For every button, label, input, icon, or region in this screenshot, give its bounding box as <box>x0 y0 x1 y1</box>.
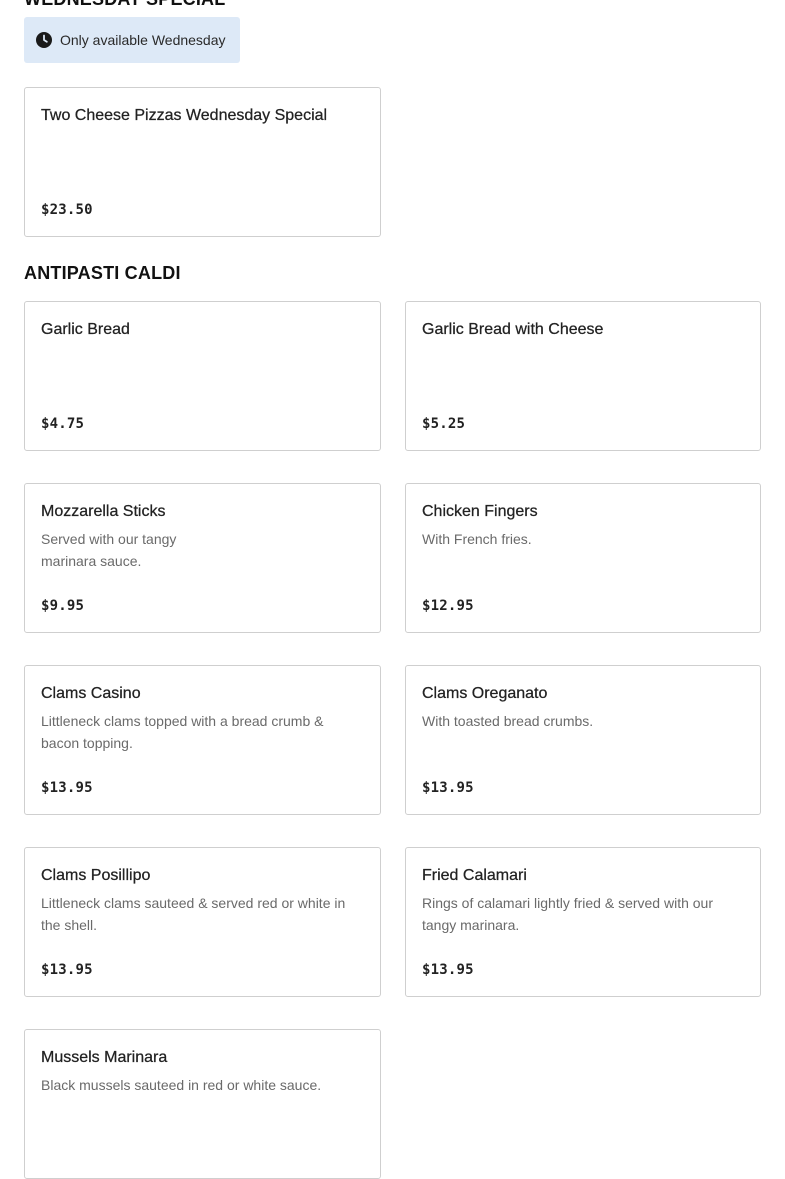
menu-item-card[interactable]: Chicken Fingers With French fries. $12.9… <box>405 483 761 633</box>
menu-item-price: $9.95 <box>41 598 85 614</box>
section-title-wednesday-special: WEDNESDAY SPECIAL <box>24 0 225 10</box>
clock-icon <box>36 32 52 48</box>
menu-item-card[interactable]: Fried Calamari Rings of calamari lightly… <box>405 847 761 997</box>
menu-item-name: Mozzarella Sticks <box>41 503 166 520</box>
menu-item-name: Clams Oreganato <box>422 685 548 702</box>
menu-item-card[interactable]: Garlic Bread $4.75 <box>24 301 381 451</box>
menu-item-name: Garlic Bread <box>41 321 130 338</box>
menu-item-name: Garlic Bread with Cheese <box>422 321 604 338</box>
menu-item-description: Littleneck clams topped with a bread cru… <box>41 713 324 751</box>
menu-item-description: With toasted bread crumbs. <box>422 713 594 729</box>
menu-item-name: Two Cheese Pizzas Wednesday Special <box>41 107 328 124</box>
menu-item-card[interactable]: Clams Casino Littleneck clams topped wit… <box>24 665 381 815</box>
menu-item-card[interactable]: Mussels Marinara Black mussels sauteed i… <box>24 1029 381 1179</box>
menu-item-description: Served with our tangy marinara sauce. <box>41 531 177 569</box>
menu-item-price: $4.75 <box>41 416 85 432</box>
availability-notice: Only available Wednesday <box>24 17 240 63</box>
menu-item-price: $13.95 <box>41 962 93 978</box>
menu-item-card[interactable]: Mozzarella Sticks Served with our tangy … <box>24 483 381 633</box>
menu-item-card[interactable]: Clams Posillipo Littleneck clams sauteed… <box>24 847 381 997</box>
menu-item-description: Littleneck clams sauteed & served red or… <box>41 895 346 933</box>
menu-item-name: Clams Casino <box>41 685 141 702</box>
menu-item-card[interactable]: Garlic Bread with Cheese $5.25 <box>405 301 761 451</box>
menu-item-name: Chicken Fingers <box>422 503 538 520</box>
menu-item-name: Fried Calamari <box>422 867 527 884</box>
availability-notice-text: Only available Wednesday <box>60 32 226 48</box>
menu-item-description: Rings of calamari lightly fried & served… <box>422 895 714 933</box>
menu-item-description: Black mussels sauteed in red or white sa… <box>41 1077 322 1093</box>
menu-item-price: $12.95 <box>422 598 474 614</box>
menu-item-name: Mussels Marinara <box>41 1049 168 1066</box>
menu-item-price: $13.95 <box>422 780 474 796</box>
menu-item-name: Clams Posillipo <box>41 867 151 884</box>
menu-item-price: $13.95 <box>41 780 93 796</box>
section-title-antipasti-caldi: ANTIPASTI CALDI <box>24 263 181 283</box>
menu-item-description: With French fries. <box>422 531 532 547</box>
menu-item-card[interactable]: Clams Oreganato With toasted bread crumb… <box>405 665 761 815</box>
menu-item-price: $23.50 <box>41 202 93 218</box>
menu-item-price: $13.95 <box>422 962 474 978</box>
menu-item-card[interactable]: Two Cheese Pizzas Wednesday Special $23.… <box>24 87 381 237</box>
menu-item-price: $5.25 <box>422 416 466 432</box>
